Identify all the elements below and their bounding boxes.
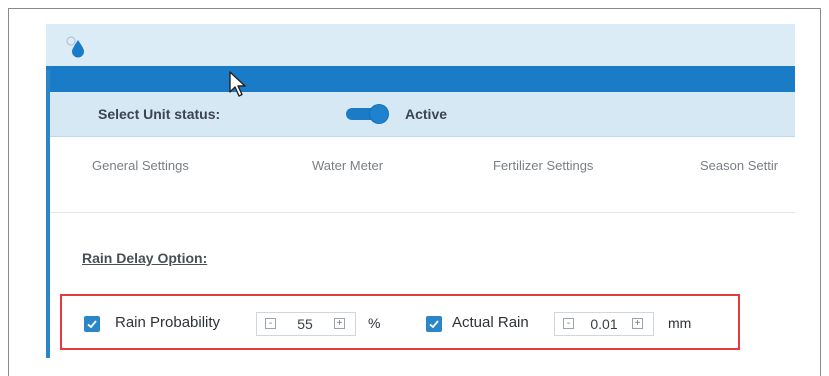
water-drop-icon [64,34,88,58]
mouse-cursor-icon [228,70,248,105]
checkbox-checked-icon [87,320,97,329]
rain-probability-decrement[interactable]: - [265,318,276,329]
title-bar [46,24,795,66]
rain-probability-checkbox[interactable] [84,316,100,332]
actual-rain-unit: mm [668,315,692,331]
actual-rain-decrement[interactable]: - [563,318,574,329]
rain-probability-label: Rain Probability [115,314,221,331]
unit-status-toggle[interactable] [346,105,392,123]
tab-water-meter[interactable]: Water Meter [312,158,383,173]
rain-probability-unit: % [368,315,381,331]
tab-season-settings[interactable]: Season Settir [700,158,778,173]
rain-probability-increment[interactable]: + [334,318,345,329]
toggle-knob [370,105,388,123]
tab-fertilizer-settings[interactable]: Fertilizer Settings [493,158,593,173]
settings-tabs: General Settings Water Meter Fertilizer … [50,137,795,213]
checkbox-checked-icon [429,320,439,329]
tab-general-settings[interactable]: General Settings [92,158,189,173]
actual-rain-stepper[interactable]: - 0.01 + [554,312,654,336]
unit-status-label: Select Unit status: [98,106,221,122]
actual-rain-increment[interactable]: + [632,318,643,329]
actual-rain-label: Actual Rain [452,314,529,331]
rain-delay-title: Rain Delay Option: [82,250,208,266]
rain-probability-stepper[interactable]: - 55 + [256,312,356,336]
actual-rain-value[interactable]: 0.01 [579,316,629,332]
unit-status-bar: Select Unit status: Active [50,92,795,137]
left-accent-rail [46,70,50,358]
actual-rain-checkbox[interactable] [426,316,442,332]
header-band [46,66,795,92]
unit-status-value: Active [405,106,448,122]
rain-probability-value[interactable]: 55 [285,316,325,332]
